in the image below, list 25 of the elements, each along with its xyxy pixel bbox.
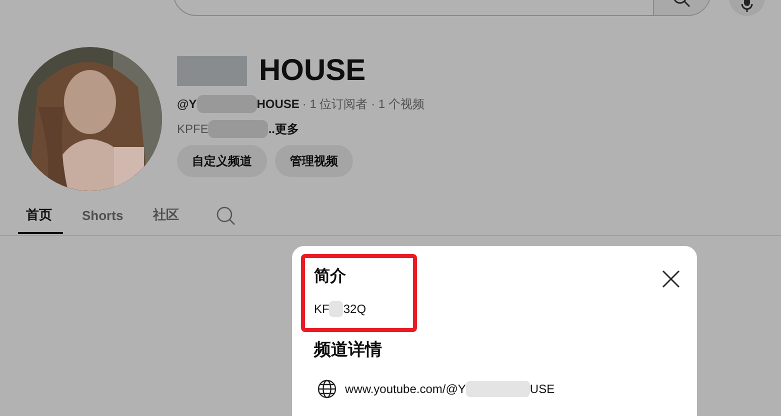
channel-description: KPFE	[177, 122, 208, 136]
redaction-mark	[196, 95, 257, 113]
channel-title: HOUSE	[259, 54, 366, 88]
channel-url[interactable]: www.youtube.com/@Y	[345, 382, 466, 396]
channel-url[interactable]: USE	[530, 382, 555, 396]
details-heading: 频道详情	[314, 339, 383, 361]
redaction-mark	[329, 301, 344, 317]
channel-handle: @Y	[177, 97, 197, 111]
channel-tab[interactable]: 社区	[142, 206, 190, 234]
close-icon[interactable]	[662, 270, 680, 288]
channel-tab[interactable]: Shorts	[71, 208, 134, 232]
redaction-mark	[208, 120, 268, 138]
channel-action-button[interactable]: 管理视频	[275, 145, 353, 177]
channel-action-button[interactable]: 自定义频道	[177, 145, 267, 177]
about-heading: 简介	[314, 266, 347, 287]
channel-stats: · 1 位订阅者 · 1 个视频	[302, 96, 424, 112]
redaction-mark	[177, 56, 247, 86]
about-text: KF	[314, 302, 330, 316]
search-icon[interactable]	[216, 206, 236, 226]
about-text: 32Q	[343, 302, 366, 316]
channel-handle: HOUSE	[256, 97, 300, 111]
microphone-icon	[740, 0, 754, 12]
globe-icon	[317, 379, 337, 399]
redaction-mark	[466, 381, 530, 397]
more-link[interactable]: ..更多	[268, 120, 300, 138]
